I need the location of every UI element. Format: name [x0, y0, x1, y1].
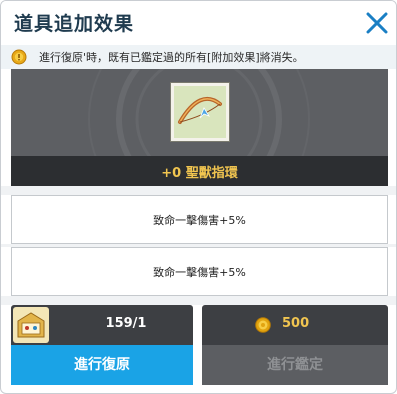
divider: [1, 186, 396, 195]
appraise-cost-box: 500: [202, 305, 388, 345]
option-text: 致命一擊傷害+5%: [153, 266, 246, 279]
restore-button[interactable]: 進行復原: [11, 345, 193, 385]
dialog-titlebar: 道具追加效果: [1, 1, 396, 45]
gold-coin-icon: [255, 317, 271, 333]
bow-item-icon: [174, 86, 226, 138]
option-row-1: 致命一擊傷害+5%: [11, 195, 388, 244]
item-panel: +0 聖獸指環: [11, 69, 388, 186]
item-name: +0 聖獸指環: [161, 166, 238, 181]
coin-warning-icon: [11, 49, 27, 65]
notice-bar: 進行復原'時，既有已鑑定過的所有[附加效果]將消失。: [1, 45, 396, 69]
restore-material-icon: [13, 307, 49, 343]
option-text: 致命一擊傷害+5%: [153, 214, 246, 227]
item-slot[interactable]: [171, 83, 229, 141]
appraise-cost: 500: [282, 316, 310, 331]
restore-count: 159/1: [105, 316, 147, 331]
divider: [1, 296, 396, 305]
notice-text: 進行復原'時，既有已鑑定過的所有[附加效果]將消失。: [39, 51, 304, 64]
restore-cost-box: 159/1: [11, 305, 193, 345]
close-icon[interactable]: [363, 9, 391, 37]
dialog-title: 道具追加效果: [14, 13, 135, 35]
appraise-button[interactable]: 進行鑑定: [202, 345, 388, 385]
item-option-dialog: 道具追加效果 進行復原'時，既有已鑑定過的所有[附加效果]將消失。 +0 聖獸指…: [0, 0, 397, 394]
option-row-2: 致命一擊傷害+5%: [11, 247, 388, 296]
